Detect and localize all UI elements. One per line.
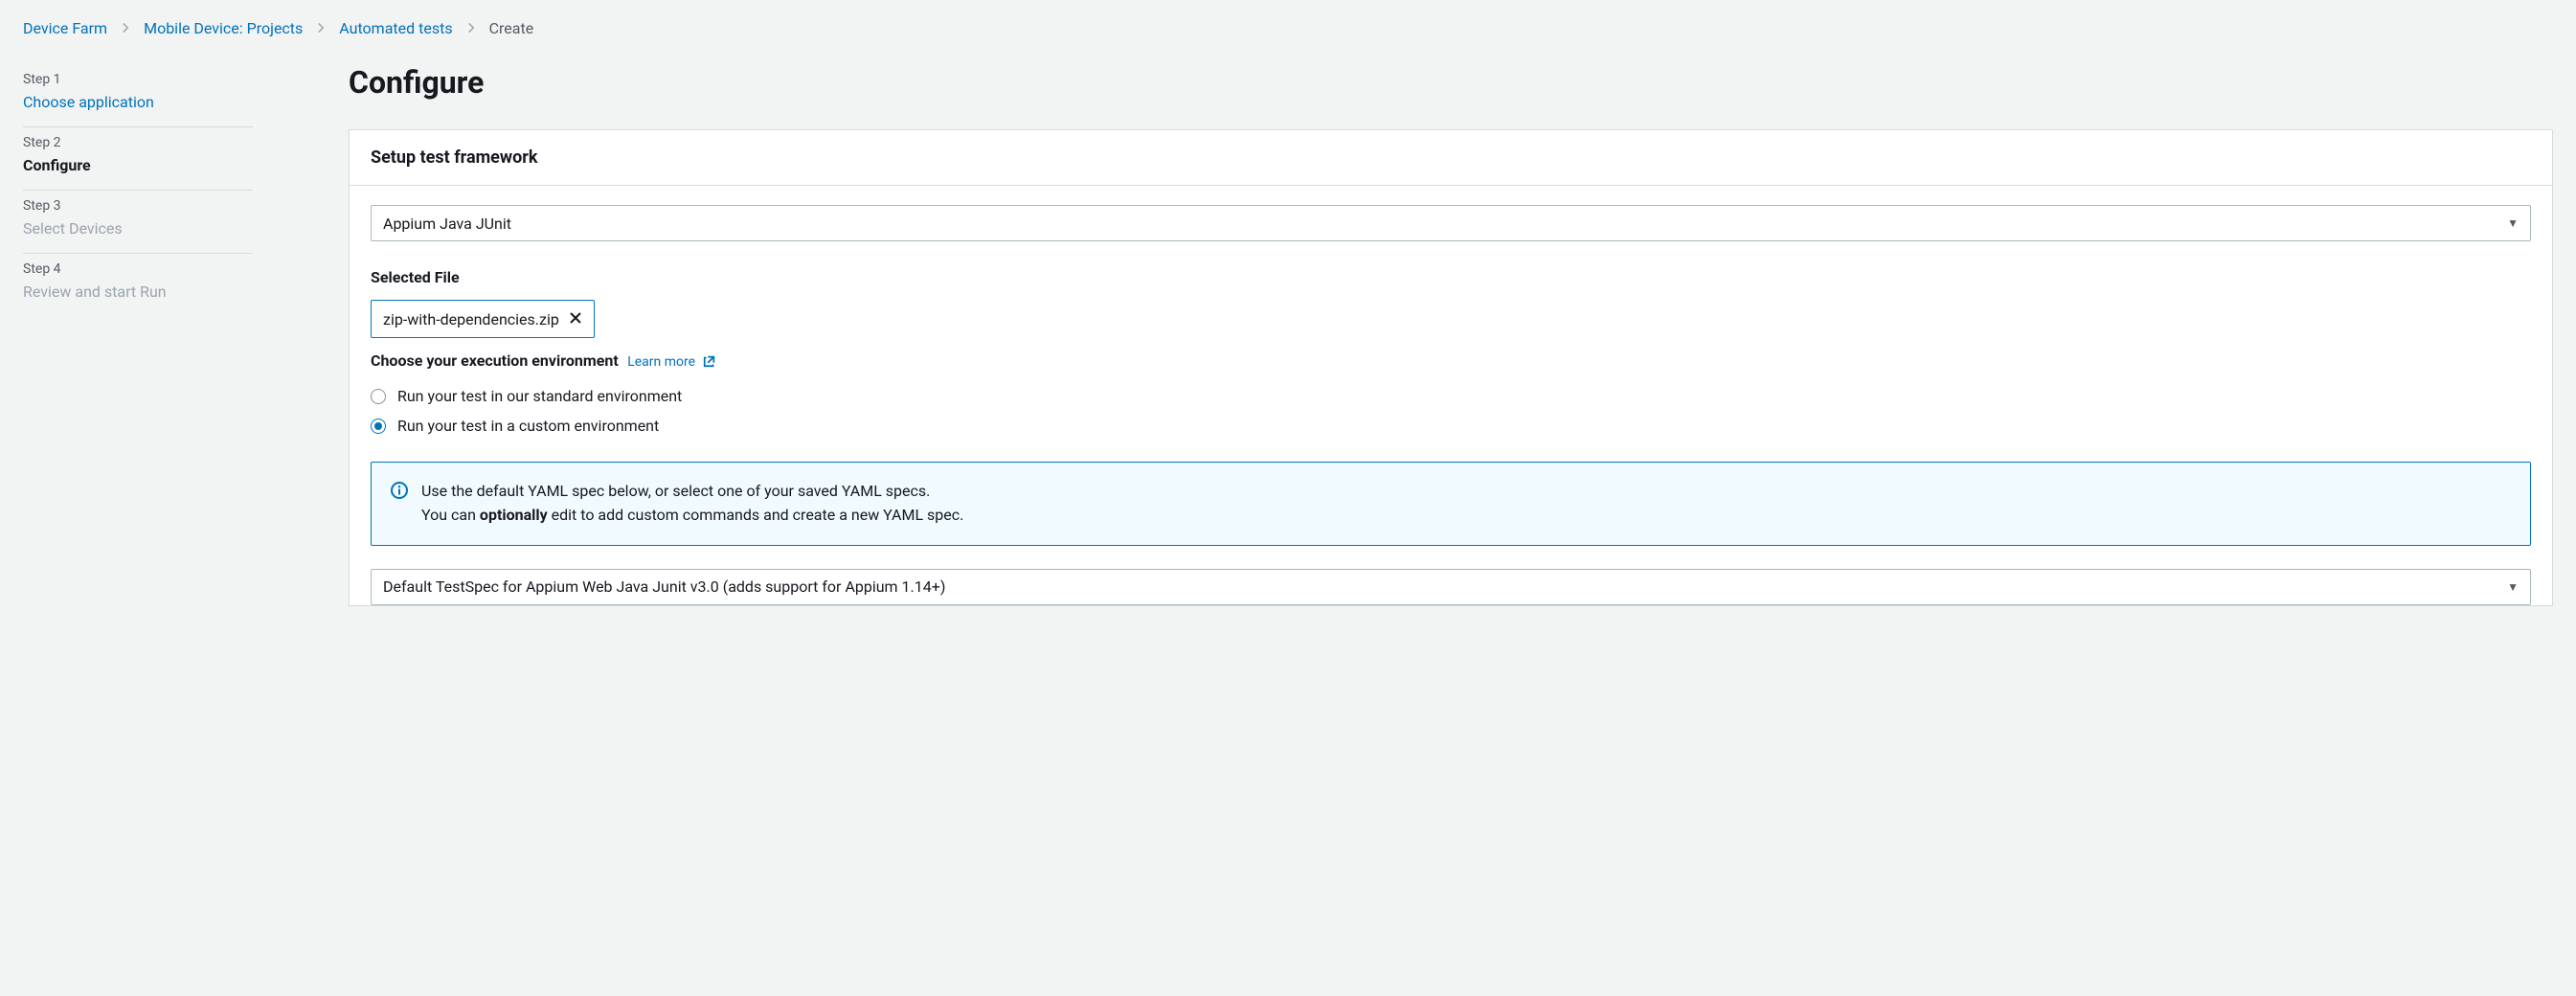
framework-select-value: Appium Java JUnit [383,215,511,233]
step-number: Step 4 [23,261,253,277]
learn-more-text: Learn more [627,354,695,370]
chevron-right-icon [316,19,326,37]
step-name: Select Devices [23,219,253,238]
step-number: Step 2 [23,135,253,150]
caret-down-icon: ▼ [2507,580,2519,594]
wizard-step-4: Step 4 Review and start Run [23,254,253,316]
radio-dot-icon [374,422,382,430]
remove-file-icon[interactable] [569,311,582,328]
wizard-step-3: Step 3 Select Devices [23,191,253,254]
panel-header-title: Setup test framework [371,147,2531,168]
framework-select[interactable]: Appium Java JUnit ▼ [371,205,2531,241]
step-name: Choose application [23,93,253,111]
radio-label: Run your test in a custom environment [397,417,659,435]
setup-framework-panel: Setup test framework Appium Java JUnit ▼… [349,129,2553,606]
wizard-steps: Step 1 Choose application Step 2 Configu… [23,64,253,316]
info-text: Use the default YAML spec below, or sele… [421,480,963,528]
breadcrumb-automated-tests[interactable]: Automated tests [339,19,452,37]
radio-standard-env[interactable]: Run your test in our standard environmen… [371,387,2531,405]
exec-env-title: Choose your execution environment [371,351,619,370]
info-line1: Use the default YAML spec below, or sele… [421,480,963,504]
wizard-step-2[interactable]: Step 2 Configure [23,127,253,191]
radio-icon [371,389,386,404]
learn-more-link[interactable]: Learn more [627,354,715,370]
breadcrumb-current: Create [489,19,534,37]
breadcrumb-mobile-projects[interactable]: Mobile Device: Projects [144,19,303,37]
selected-file-chip: zip-with-dependencies.zip [371,300,595,338]
yaml-info-box: Use the default YAML spec below, or sele… [371,462,2531,546]
wizard-step-1[interactable]: Step 1 Choose application [23,64,253,127]
step-name: Configure [23,156,253,174]
breadcrumb: Device Farm Mobile Device: Projects Auto… [23,19,2553,37]
step-name: Review and start Run [23,283,253,301]
radio-custom-env[interactable]: Run your test in a custom environment [371,417,2531,435]
yaml-spec-select[interactable]: Default TestSpec for Appium Web Java Jun… [371,569,2531,605]
selected-file-name: zip-with-dependencies.zip [383,310,559,328]
external-link-icon [703,354,716,372]
selected-file-label: Selected File [371,268,2531,286]
radio-label: Run your test in our standard environmen… [397,387,682,405]
info-line2: You can optionally edit to add custom co… [421,504,963,528]
page-title: Configure [349,64,2553,101]
exec-env-radios: Run your test in our standard environmen… [371,387,2531,435]
yaml-spec-value: Default TestSpec for Appium Web Java Jun… [383,577,945,596]
breadcrumb-device-farm[interactable]: Device Farm [23,19,107,37]
info-icon [391,482,408,528]
step-number: Step 3 [23,198,253,214]
exec-env-header: Choose your execution environment Learn … [371,351,2531,372]
step-number: Step 1 [23,72,253,87]
chevron-right-icon [466,19,476,37]
chevron-right-icon [121,19,130,37]
radio-icon [371,419,386,434]
panel-header: Setup test framework [350,130,2552,186]
caret-down-icon: ▼ [2507,216,2519,230]
